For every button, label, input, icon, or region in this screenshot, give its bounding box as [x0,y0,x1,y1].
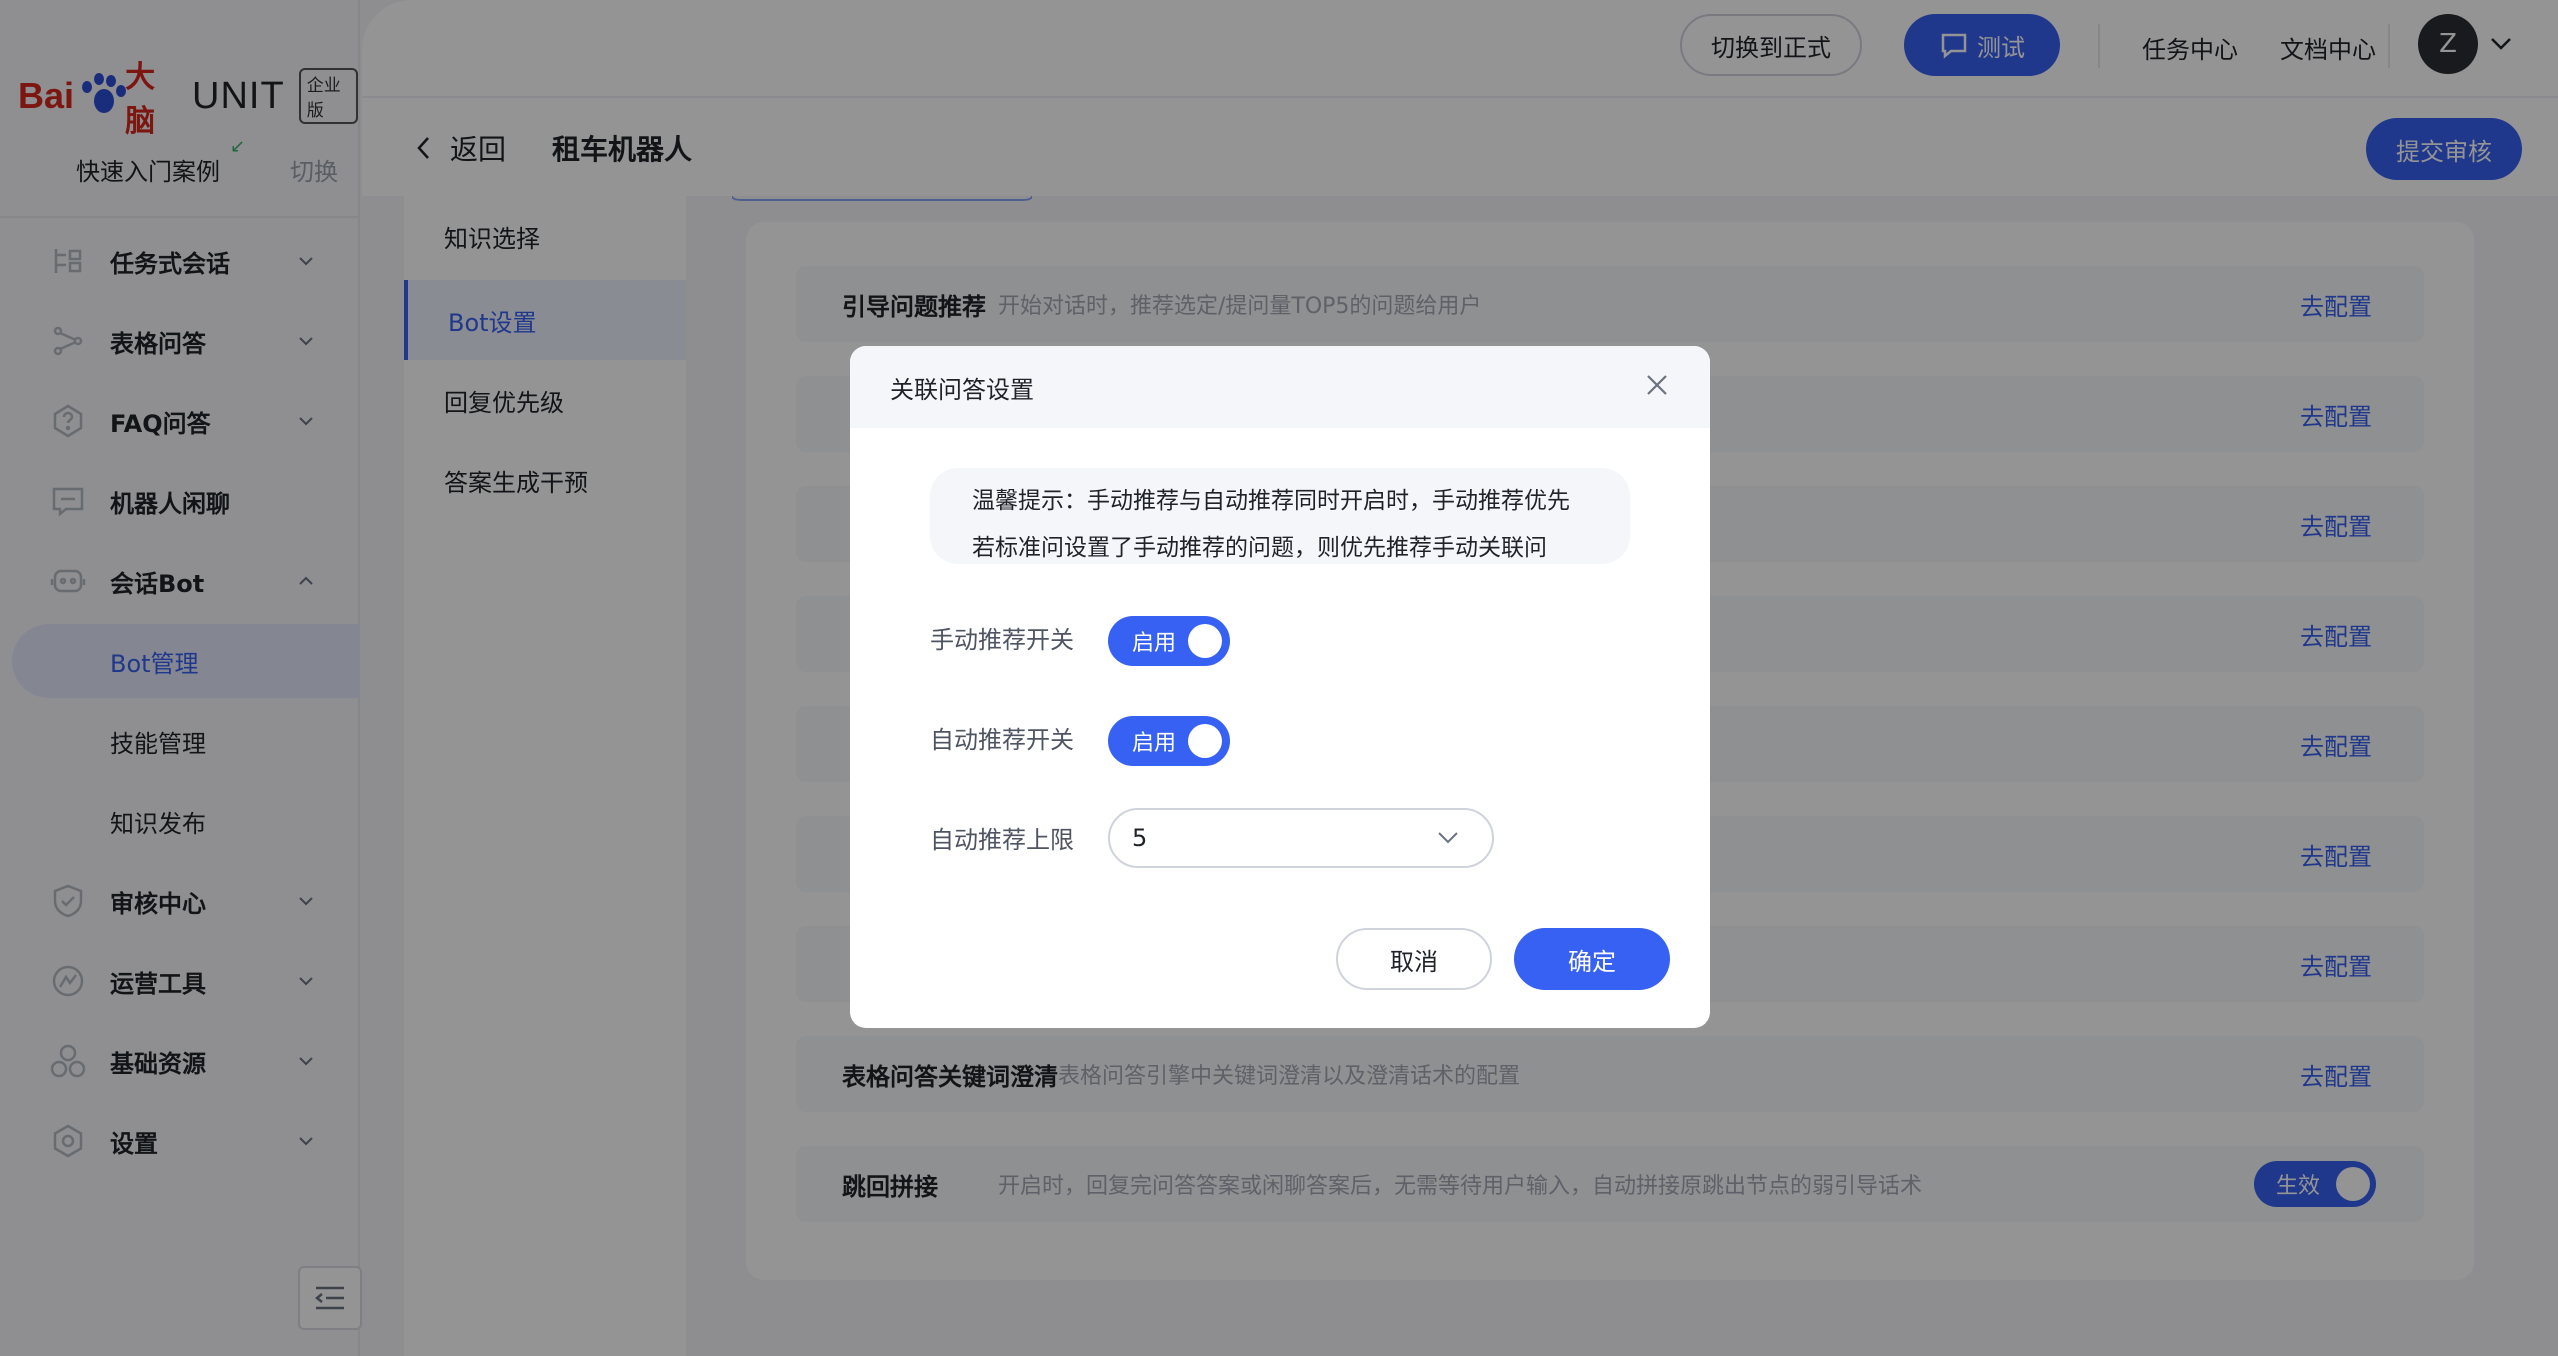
manual-recommend-label: 手动推荐开关 [930,626,1074,654]
tip-line-2: 若标准问设置了手动推荐的问题，则优先推荐手动关联问 [972,535,1547,561]
tip-box: 温馨提示：手动推荐与自动推荐同时开启时，手动推荐优先 若标准问设置了手动推荐的问… [930,468,1630,564]
close-icon[interactable] [1644,372,1670,398]
auto-recommend-limit-select[interactable]: 5 [1108,808,1494,868]
toggle-label: 启用 [1132,731,1177,756]
toggle-label: 启用 [1132,631,1177,656]
related-qa-settings-dialog: 关联问答设置 温馨提示：手动推荐与自动推荐同时开启时，手动推荐优先 若标准问设置… [850,346,1710,1028]
chevron-down-icon [1438,832,1458,844]
dialog-title: 关联问答设置 [890,375,1034,404]
toggle-knob [1188,624,1222,658]
dialog-header: 关联问答设置 [850,346,1710,428]
confirm-label: 确定 [1568,947,1616,976]
toggle-knob [1188,724,1222,758]
cancel-button[interactable]: 取消 [1336,928,1492,990]
confirm-button[interactable]: 确定 [1514,928,1670,990]
auto-recommend-label: 自动推荐开关 [930,726,1074,754]
cancel-label: 取消 [1390,947,1438,976]
auto-recommend-limit-label: 自动推荐上限 [930,826,1074,854]
manual-recommend-toggle[interactable]: 启用 [1108,616,1230,666]
tip-line-1: 温馨提示：手动推荐与自动推荐同时开启时，手动推荐优先 [972,488,1570,514]
auto-recommend-toggle[interactable]: 启用 [1108,716,1230,766]
select-value: 5 [1132,824,1148,852]
